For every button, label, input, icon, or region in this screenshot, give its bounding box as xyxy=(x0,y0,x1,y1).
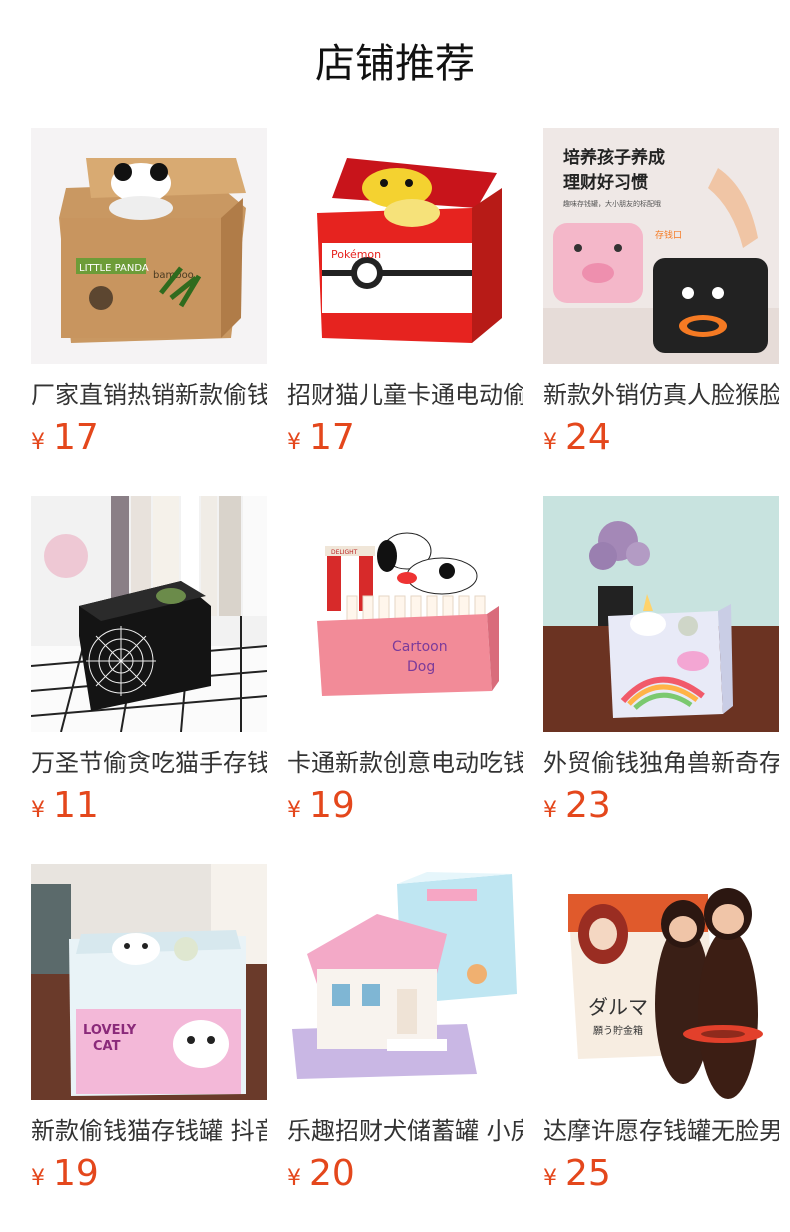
product-price: ¥17 xyxy=(31,418,267,458)
product-name[interactable]: 外贸偷钱独角兽新奇存钱罐 xyxy=(543,746,779,780)
currency-symbol: ¥ xyxy=(543,1166,557,1191)
panda-brand-text: LITTLE PANDA xyxy=(79,263,149,274)
product-card[interactable]: Pokémon 招财猫儿童卡通电动偷钱存钱罐 ¥17 xyxy=(287,128,523,496)
product-image[interactable]: 培养孩子养成 理财好习惯 趣味存钱罐，大小朋友的标配哦 存钱口 xyxy=(543,128,779,364)
promo-line2: 理财好习惯 xyxy=(563,172,648,193)
cartoon-dog-coin-box-icon: DELIGHT Cartoon Dog xyxy=(287,496,523,732)
product-image[interactable] xyxy=(287,864,523,1100)
product-price: ¥17 xyxy=(287,418,523,458)
dog-house-coin-box-icon xyxy=(287,864,523,1100)
section-title: 店铺推荐 xyxy=(315,41,475,87)
product-name[interactable]: 达摩许愿存钱罐无脸男存钱罐 xyxy=(543,1114,779,1148)
product-price: ¥19 xyxy=(287,786,523,826)
currency-symbol: ¥ xyxy=(287,430,301,455)
product-price: ¥11 xyxy=(31,786,267,826)
product-card[interactable]: LITTLE PANDA bamboo 厂家直销热销新款偷钱熊猫存钱罐 ¥17 xyxy=(31,128,267,496)
product-price: ¥20 xyxy=(287,1154,523,1194)
product-image[interactable]: ダルマ 願う貯金箱 xyxy=(543,864,779,1100)
daruma-coin-box-icon: ダルマ 願う貯金箱 xyxy=(543,864,779,1100)
currency-symbol: ¥ xyxy=(287,798,301,823)
store-recommendation-page: 店铺推荐 LITTLE PANDA bamboo xyxy=(0,0,790,1232)
dog-brand-line2: Dog xyxy=(407,659,435,675)
price-value: 25 xyxy=(565,1153,611,1194)
product-image[interactable]: LITTLE PANDA bamboo xyxy=(31,128,267,364)
halloween-cat-coin-box-icon xyxy=(31,496,267,732)
price-value: 17 xyxy=(53,417,99,458)
product-image[interactable] xyxy=(543,496,779,732)
product-image[interactable]: LOVELY CAT xyxy=(31,864,267,1100)
product-price: ¥25 xyxy=(543,1154,779,1194)
pig-face-coin-box-icon: 培养孩子养成 理财好习惯 趣味存钱罐，大小朋友的标配哦 存钱口 xyxy=(543,128,779,364)
daruma-subtitle-text: 願う貯金箱 xyxy=(593,1024,643,1037)
product-card[interactable]: 培养孩子养成 理财好习惯 趣味存钱罐，大小朋友的标配哦 存钱口 新款外销仿真人脸… xyxy=(543,128,779,496)
currency-symbol: ¥ xyxy=(31,1166,45,1191)
unicorn-coin-box-icon xyxy=(543,496,779,732)
product-name[interactable]: 厂家直销热销新款偷钱熊猫存钱罐 xyxy=(31,378,267,412)
daruma-title-text: ダルマ xyxy=(588,995,648,1019)
product-price: ¥19 xyxy=(31,1154,267,1194)
product-name[interactable]: 万圣节偷贪吃猫手存钱罐 xyxy=(31,746,267,780)
slot-label: 存钱口 xyxy=(655,229,682,241)
product-image[interactable]: DELIGHT Cartoon Dog xyxy=(287,496,523,732)
product-card[interactable]: ダルマ 願う貯金箱 达摩许愿存钱罐无脸男存钱罐 ¥25 xyxy=(543,864,779,1232)
price-value: 19 xyxy=(53,1153,99,1194)
product-grid: LITTLE PANDA bamboo 厂家直销热销新款偷钱熊猫存钱罐 ¥17 xyxy=(31,128,779,1232)
price-value: 17 xyxy=(309,417,355,458)
product-name[interactable]: 新款外销仿真人脸猴脸存钱罐 xyxy=(543,378,779,412)
currency-symbol: ¥ xyxy=(543,798,557,823)
panda-coin-box-icon: LITTLE PANDA bamboo xyxy=(31,128,267,364)
pikachu-coin-box-icon: Pokémon xyxy=(287,128,523,364)
product-name[interactable]: 招财猫儿童卡通电动偷钱存钱罐 xyxy=(287,378,523,412)
currency-symbol: ¥ xyxy=(543,430,557,455)
product-price: ¥24 xyxy=(543,418,779,458)
product-card[interactable]: 万圣节偷贪吃猫手存钱罐 ¥11 xyxy=(31,496,267,864)
cat-brand-line2: CAT xyxy=(93,1039,121,1054)
product-image[interactable]: Pokémon xyxy=(287,128,523,364)
promo-line1: 培养孩子养成 xyxy=(563,147,665,168)
price-value: 20 xyxy=(309,1153,355,1194)
product-image[interactable] xyxy=(31,496,267,732)
price-value: 11 xyxy=(53,785,99,826)
sign-text: DELIGHT xyxy=(331,549,358,556)
currency-symbol: ¥ xyxy=(31,430,45,455)
pokemon-brand-text: Pokémon xyxy=(331,248,381,261)
product-name[interactable]: 乐趣招财犬储蓄罐 小房子存钱罐 xyxy=(287,1114,523,1148)
price-value: 19 xyxy=(309,785,355,826)
product-card[interactable]: LOVELY CAT 新款偷钱猫存钱罐 抖音同款 ¥19 xyxy=(31,864,267,1232)
product-price: ¥23 xyxy=(543,786,779,826)
product-name[interactable]: 卡通新款创意电动吃钱狗存钱罐 xyxy=(287,746,523,780)
cat-brand-line1: LOVELY xyxy=(83,1023,137,1038)
product-card[interactable]: DELIGHT Cartoon Dog 卡通新款创意电动吃钱 ¥ 19 xyxy=(287,496,523,864)
product-name[interactable]: 新款偷钱猫存钱罐 抖音同款 xyxy=(31,1114,267,1148)
promo-sub: 趣味存钱罐，大小朋友的标配哦 xyxy=(563,199,661,208)
price-value: 23 xyxy=(565,785,611,826)
dog-brand-line1: Cartoon xyxy=(392,639,448,655)
product-card[interactable]: 乐趣招财犬储蓄罐 小房子存钱罐 ¥20 xyxy=(287,864,523,1232)
price-value: 24 xyxy=(565,417,611,458)
currency-symbol: ¥ xyxy=(287,1166,301,1191)
product-card[interactable]: 外贸偷钱独角兽新奇存钱罐 ¥23 xyxy=(543,496,779,864)
currency-symbol: ¥ xyxy=(31,798,45,823)
lovely-cat-coin-box-icon: LOVELY CAT xyxy=(31,864,267,1100)
